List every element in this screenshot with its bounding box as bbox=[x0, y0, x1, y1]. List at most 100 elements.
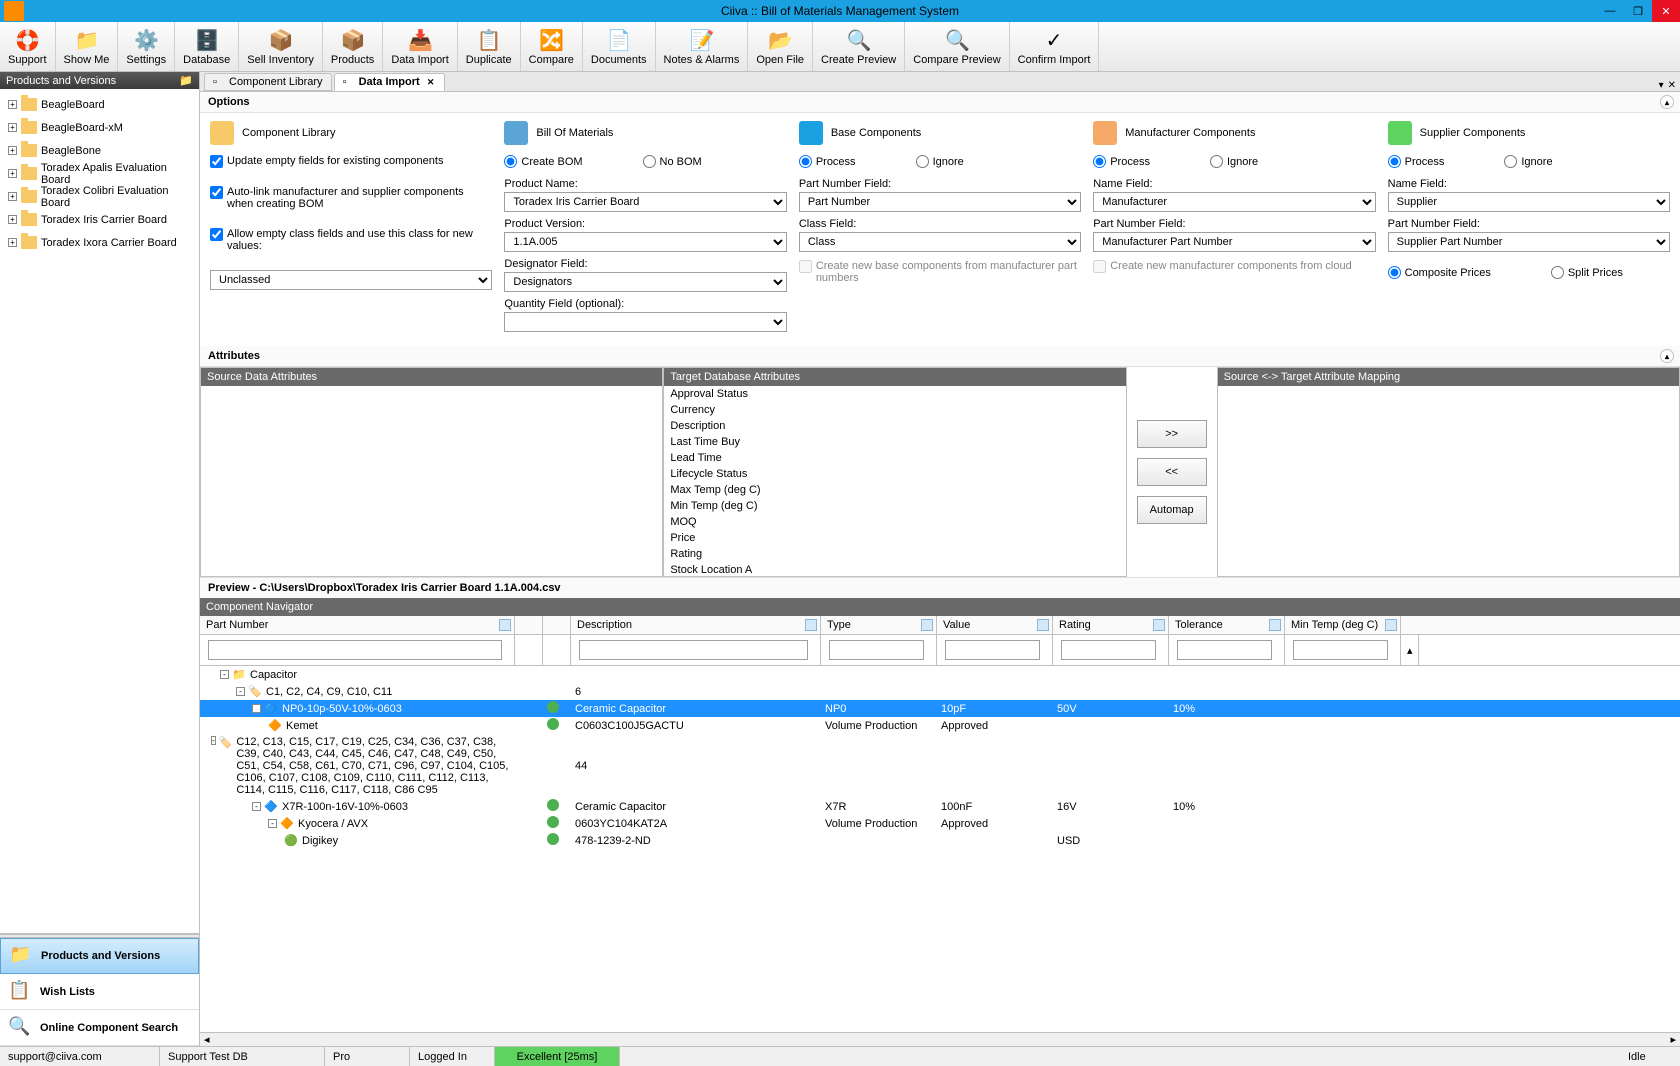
automap-button[interactable]: Automap bbox=[1137, 496, 1207, 524]
radio-process[interactable]: Process bbox=[799, 155, 856, 168]
expand-icon[interactable]: - bbox=[252, 704, 261, 713]
radio-create-bom[interactable]: Create BOM bbox=[504, 155, 582, 168]
tab-dropdown-icon[interactable]: ▾ bbox=[1659, 80, 1664, 91]
map-back-button[interactable]: << bbox=[1137, 458, 1207, 486]
radio-ignore[interactable]: Ignore bbox=[916, 155, 964, 168]
expand-icon[interactable]: + bbox=[8, 146, 17, 155]
column-header[interactable]: Tolerance bbox=[1169, 616, 1285, 634]
tab-close-all-icon[interactable]: ✕ bbox=[1668, 80, 1676, 91]
close-button[interactable]: ✕ bbox=[1652, 0, 1680, 22]
tab-data-import[interactable]: ▫Data Import✕ bbox=[334, 73, 445, 91]
field-select[interactable]: Manufacturer Part Number bbox=[1093, 232, 1375, 252]
column-header[interactable]: Min Temp (deg C) bbox=[1285, 616, 1401, 634]
tab-component-library[interactable]: ▫Component Library bbox=[204, 73, 332, 91]
collapse-options-icon[interactable]: ▴ bbox=[1660, 95, 1674, 109]
sort-up-icon[interactable]: ▴ bbox=[1401, 635, 1419, 665]
column-header[interactable]: Description bbox=[571, 616, 821, 634]
column-header[interactable] bbox=[515, 616, 543, 634]
expand-icon[interactable]: - bbox=[236, 687, 245, 696]
grid-row[interactable]: -🔷NP0-10p-50V-10%-0603Ceramic CapacitorN… bbox=[200, 700, 1680, 717]
checkbox[interactable]: Auto-link manufacturer and supplier comp… bbox=[210, 186, 492, 210]
expand-icon[interactable]: + bbox=[8, 100, 17, 109]
filter-icon[interactable] bbox=[805, 619, 817, 631]
column-header[interactable]: Rating bbox=[1053, 616, 1169, 634]
grid-row[interactable]: -🏷️C12, C13, C15, C17, C19, C25, C34, C3… bbox=[200, 734, 1680, 798]
ribbon-compare[interactable]: 🔀Compare bbox=[521, 22, 583, 71]
tree-item[interactable]: +Toradex Ixora Carrier Board bbox=[0, 231, 199, 254]
checkbox[interactable]: Create new base components from manufact… bbox=[799, 260, 1081, 284]
attribute-item[interactable]: Description bbox=[664, 418, 1125, 434]
expand-icon[interactable]: - bbox=[268, 819, 277, 828]
field-select[interactable]: Supplier Part Number bbox=[1388, 232, 1670, 252]
sidebar-nav-products-and-versions[interactable]: 📁Products and Versions bbox=[0, 938, 199, 974]
attribute-item[interactable]: Min Temp (deg C) bbox=[664, 498, 1125, 514]
ribbon-confirm-import[interactable]: ✓Confirm Import bbox=[1010, 22, 1100, 71]
field-select[interactable]: Supplier bbox=[1388, 192, 1670, 212]
filter-input[interactable] bbox=[945, 640, 1040, 660]
filter-icon[interactable] bbox=[1385, 619, 1397, 631]
radio-split-prices[interactable]: Split Prices bbox=[1551, 266, 1623, 279]
radio-no-bom[interactable]: No BOM bbox=[643, 155, 702, 168]
filter-icon[interactable] bbox=[1037, 619, 1049, 631]
collapse-attributes-icon[interactable]: ▴ bbox=[1660, 349, 1674, 363]
filter-input[interactable] bbox=[1293, 640, 1388, 660]
ribbon-products[interactable]: 📦Products bbox=[323, 22, 383, 71]
attribute-item[interactable]: Stock Location A bbox=[664, 562, 1125, 576]
filter-icon[interactable] bbox=[921, 619, 933, 631]
column-header[interactable] bbox=[543, 616, 571, 634]
field-select[interactable]: Designators bbox=[504, 272, 786, 292]
radio-process[interactable]: Process bbox=[1388, 155, 1445, 168]
mapping-panel[interactable]: Source <-> Target Attribute Mapping bbox=[1217, 367, 1680, 577]
ribbon-open-file[interactable]: 📂Open File bbox=[748, 22, 813, 71]
maximize-button[interactable]: ❐ bbox=[1624, 0, 1652, 22]
filter-input[interactable] bbox=[579, 640, 808, 660]
class-select[interactable]: Unclassed bbox=[210, 270, 492, 290]
checkbox[interactable]: Create new manufacturer components from … bbox=[1093, 260, 1375, 273]
radio-composite-prices[interactable]: Composite Prices bbox=[1388, 266, 1491, 279]
grid-row[interactable]: -🔶Kyocera / AVX0603YC104KAT2AVolume Prod… bbox=[200, 815, 1680, 832]
expand-icon[interactable]: - bbox=[252, 802, 261, 811]
radio-ignore[interactable]: Ignore bbox=[1210, 155, 1258, 168]
expand-icon[interactable]: + bbox=[8, 123, 17, 132]
filter-icon[interactable] bbox=[1153, 619, 1165, 631]
field-select[interactable]: Manufacturer bbox=[1093, 192, 1375, 212]
expand-icon[interactable]: - bbox=[220, 670, 229, 679]
attribute-item[interactable]: MOQ bbox=[664, 514, 1125, 530]
grid-row[interactable]: 🟢Digikey478-1239-2-NDUSD bbox=[200, 832, 1680, 849]
grid-row[interactable]: -📁Capacitor bbox=[200, 666, 1680, 683]
filter-icon[interactable] bbox=[499, 619, 511, 631]
expand-icon[interactable]: + bbox=[8, 192, 17, 201]
radio-ignore[interactable]: Ignore bbox=[1504, 155, 1552, 168]
attribute-item[interactable]: Max Temp (deg C) bbox=[664, 482, 1125, 498]
map-forward-button[interactable]: >> bbox=[1137, 420, 1207, 448]
field-select[interactable]: Class bbox=[799, 232, 1081, 252]
ribbon-notes-&-alarms[interactable]: 📝Notes & Alarms bbox=[656, 22, 749, 71]
product-tree[interactable]: +BeagleBoard+BeagleBoard-xM+BeagleBone+T… bbox=[0, 89, 199, 933]
field-select[interactable]: Part Number bbox=[799, 192, 1081, 212]
tree-item[interactable]: +Toradex Iris Carrier Board bbox=[0, 208, 199, 231]
grid-row[interactable]: 🔶KemetC0603C100J5GACTUVolume ProductionA… bbox=[200, 717, 1680, 734]
expand-icon[interactable]: + bbox=[8, 169, 17, 178]
column-header[interactable]: Part Number bbox=[200, 616, 515, 634]
source-attributes-panel[interactable]: Source Data Attributes bbox=[200, 367, 663, 577]
attribute-item[interactable]: Lead Time bbox=[664, 450, 1125, 466]
checkbox[interactable]: Update empty fields for existing compone… bbox=[210, 155, 492, 168]
expand-icon[interactable]: - bbox=[211, 736, 216, 745]
scroll-left-icon[interactable]: ◂ bbox=[204, 1033, 210, 1046]
filter-icon[interactable] bbox=[1269, 619, 1281, 631]
expand-icon[interactable]: + bbox=[8, 215, 17, 224]
sidebar-nav-wish-lists[interactable]: 📋Wish Lists bbox=[0, 974, 199, 1010]
filter-input[interactable] bbox=[1177, 640, 1272, 660]
column-header[interactable]: Value bbox=[937, 616, 1053, 634]
ribbon-support[interactable]: 🛟Support bbox=[0, 22, 56, 71]
ribbon-create-preview[interactable]: 🔍Create Preview bbox=[813, 22, 905, 71]
expand-icon[interactable]: + bbox=[8, 238, 17, 247]
filter-input[interactable] bbox=[829, 640, 924, 660]
attribute-item[interactable]: Price bbox=[664, 530, 1125, 546]
tree-item[interactable]: +BeagleBoard-xM bbox=[0, 116, 199, 139]
grid-row[interactable]: -🔷X7R-100n-16V-10%-0603Ceramic Capacitor… bbox=[200, 798, 1680, 815]
radio-process[interactable]: Process bbox=[1093, 155, 1150, 168]
filter-input[interactable] bbox=[1061, 640, 1156, 660]
ribbon-data-import[interactable]: 📥Data Import bbox=[383, 22, 457, 71]
field-select[interactable] bbox=[504, 312, 786, 332]
